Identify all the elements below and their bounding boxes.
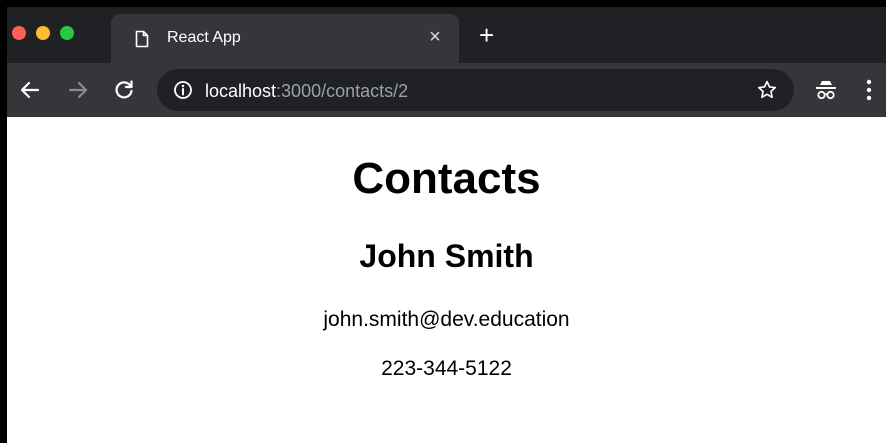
contact-phone: 223-344-5122 — [381, 357, 512, 380]
url-path: :3000/contacts/2 — [276, 81, 409, 101]
page-icon — [135, 30, 149, 53]
incognito-icon[interactable] — [813, 77, 839, 108]
contact-email: john.smith@dev.education — [323, 308, 570, 331]
tab-react-app[interactable]: React App × — [111, 14, 459, 63]
address-bar[interactable]: localhost:3000/contacts/2 — [157, 69, 794, 111]
toolbar: localhost:3000/contacts/2 — [7, 63, 886, 117]
info-icon[interactable] — [173, 80, 193, 105]
new-tab-button[interactable]: + — [479, 21, 494, 49]
kebab-menu-icon[interactable] — [863, 77, 875, 108]
url-text: localhost:3000/contacts/2 — [205, 80, 408, 102]
tab-title: React App — [167, 29, 241, 46]
browser-window: React App × + localhost:3000/contacts/2 … — [0, 0, 886, 443]
page-content: Contacts John Smith john.smith@dev.educa… — [7, 117, 886, 443]
title-bar: React App × + — [7, 7, 886, 63]
minimize-window-button[interactable] — [36, 26, 50, 40]
forward-arrow-icon[interactable] — [66, 78, 90, 107]
maximize-window-button[interactable] — [60, 26, 74, 40]
tab-close-icon[interactable]: × — [425, 25, 445, 49]
back-arrow-icon[interactable] — [18, 78, 42, 107]
page-title: Contacts — [352, 154, 541, 203]
contact-name: John Smith — [359, 238, 534, 274]
url-host: localhost — [205, 81, 277, 101]
reload-icon[interactable] — [112, 78, 136, 107]
close-window-button[interactable] — [12, 26, 26, 40]
star-icon[interactable] — [756, 79, 778, 106]
